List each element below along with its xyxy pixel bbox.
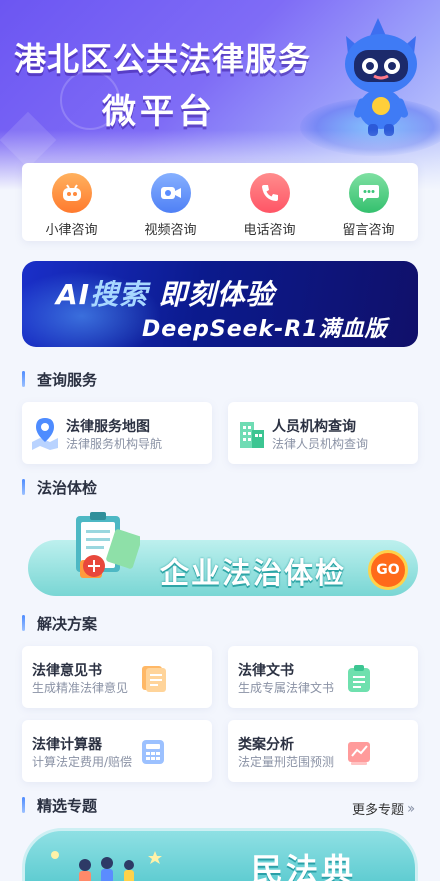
- robot-icon: [51, 173, 92, 213]
- people-illustration-icon: [51, 851, 162, 881]
- consult-label: 小律咨询: [45, 223, 98, 238]
- personnel-query-card[interactable]: 人员机构查询 法律人员机构查询: [228, 402, 418, 464]
- section-accent-bar: [22, 371, 25, 387]
- ai-search-label: 搜索: [90, 278, 149, 311]
- consult-item-video[interactable]: 视频咨询: [131, 173, 211, 241]
- card-title: 人员机构查询: [272, 419, 356, 435]
- card-title: 类案分析: [238, 737, 294, 753]
- chart-icon: [348, 742, 370, 765]
- video-camera-icon: [150, 173, 191, 213]
- topic-title: 民法典: [251, 851, 357, 881]
- card-title: 法律计算器: [32, 737, 102, 753]
- clipboard-icon: [348, 665, 370, 692]
- legal-document-card[interactable]: 法律文书 生成专属法律文书: [228, 646, 418, 708]
- card-subtitle: 计算法定费用/赔偿: [32, 755, 133, 769]
- calculator-icon: [142, 740, 164, 764]
- robot-mascot-icon: [345, 18, 417, 136]
- enterprise-checkup-banner[interactable]: 企业法治体检 GO: [22, 510, 418, 600]
- consult-label: 电话咨询: [243, 223, 296, 238]
- section-header-featured: 精选专题: [22, 795, 97, 815]
- card-subtitle: 法律服务机构导航: [66, 437, 163, 451]
- ai-search-banner[interactable]: AI搜索 即刻体验 DeepSeek-R1满血版: [22, 261, 418, 347]
- card-subtitle: 法律人员机构查询: [272, 437, 369, 451]
- card-title: 法律文书: [238, 663, 294, 679]
- civil-code-banner[interactable]: 民法典: [22, 828, 418, 881]
- section-title: 精选专题: [37, 796, 98, 815]
- card-title: 法律服务地图: [66, 419, 150, 435]
- ai-experience-label: 即刻体验: [158, 278, 275, 311]
- consult-card: 小律咨询 视频咨询 电话咨询 留言咨询: [22, 163, 418, 241]
- section-header-checkup: 法治体检: [22, 477, 97, 497]
- ai-model-label: DeepSeek-R1满血版: [142, 317, 388, 342]
- go-button[interactable]: GO: [368, 550, 408, 590]
- card-subtitle: 生成精准法律意见: [32, 681, 129, 695]
- legal-service-map-card[interactable]: 法律服务地图 法律服务机构导航: [22, 402, 212, 464]
- building-icon: [240, 422, 264, 448]
- consult-item-phone[interactable]: 电话咨询: [230, 173, 310, 241]
- section-accent-bar: [22, 479, 25, 495]
- document-icon: [142, 666, 166, 692]
- map-pin-icon: [32, 418, 58, 450]
- hero-decoration: [0, 111, 57, 169]
- phone-icon: [249, 173, 290, 213]
- consult-label: 视频咨询: [144, 223, 197, 238]
- checkup-title: 企业法治体检: [160, 556, 347, 590]
- clipboard-scale-icon: [76, 512, 140, 578]
- section-header-query: 查询服务: [22, 369, 97, 389]
- double-chevron-right-icon: ››: [407, 800, 415, 817]
- section-title: 解决方案: [37, 614, 98, 633]
- section-accent-bar: [22, 615, 25, 631]
- hero-banner: 港北区公共法律服务 微平台: [0, 0, 440, 190]
- case-analysis-card[interactable]: 类案分析 法定量刑范围预测: [228, 720, 418, 782]
- hero-title: 港北区公共法律服务: [14, 40, 312, 78]
- consult-item-xiaolv[interactable]: 小律咨询: [32, 173, 112, 241]
- legal-opinion-card[interactable]: 法律意见书 生成精准法律意见: [22, 646, 212, 708]
- more-topics-link[interactable]: 更多专题 ››: [352, 799, 415, 819]
- card-title: 法律意见书: [32, 663, 102, 679]
- card-subtitle: 法定量刑范围预测: [238, 755, 335, 769]
- ai-label: AI: [56, 278, 91, 311]
- consult-label: 留言咨询: [342, 223, 395, 238]
- section-accent-bar: [22, 797, 25, 813]
- section-title: 法治体检: [37, 478, 98, 497]
- more-topics-label: 更多专题: [352, 803, 405, 818]
- card-subtitle: 生成专属法律文书: [238, 681, 335, 695]
- section-header-solutions: 解决方案: [22, 613, 97, 633]
- section-title: 查询服务: [37, 370, 98, 389]
- ai-banner-headline: AI搜索 即刻体验: [56, 273, 275, 313]
- consult-item-message[interactable]: 留言咨询: [329, 173, 409, 241]
- message-icon: [348, 173, 389, 213]
- legal-calculator-card[interactable]: 法律计算器 计算法定费用/赔偿: [22, 720, 212, 782]
- hero-subtitle: 微平台: [102, 92, 216, 132]
